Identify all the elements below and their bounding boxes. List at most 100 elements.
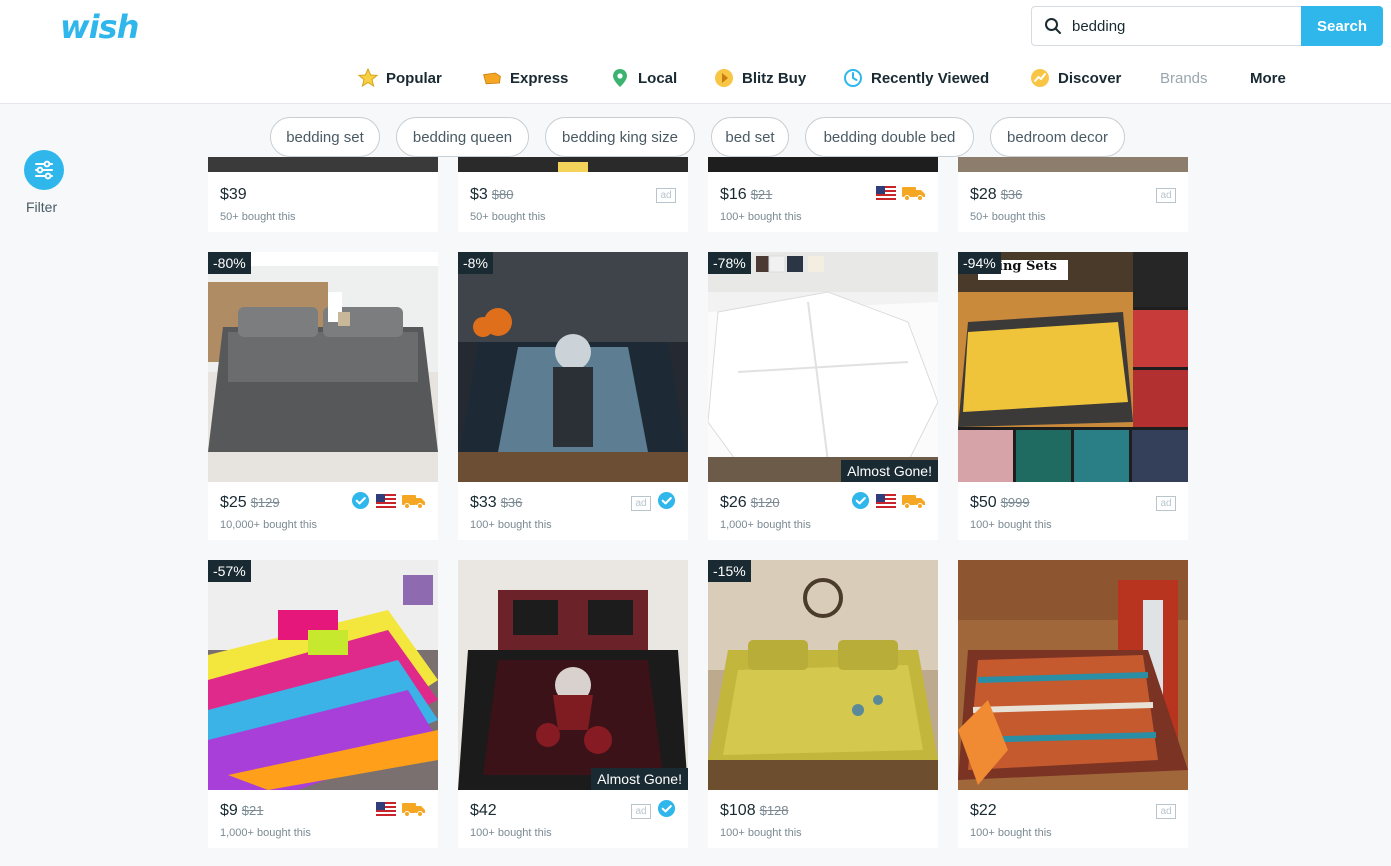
almost-gone-badge: Almost Gone! [841,460,938,482]
chip-bed-set[interactable]: bed set [711,117,789,157]
original-price: $120 [750,495,780,510]
clock-icon [844,69,862,87]
nav-blitz-buy[interactable]: Blitz Buy [714,64,806,92]
product-image[interactable]: Almost Gone! [458,560,688,790]
product-card[interactable]: -57% $9 $21 1,000+ bought this [208,560,438,848]
nav-discover[interactable]: Discover [1030,64,1121,92]
price: $39 [220,186,247,204]
product-image[interactable] [708,157,938,174]
product-image[interactable]: -8% [458,252,688,482]
product-image[interactable] [208,157,438,174]
nav-popular[interactable]: Popular [358,64,442,92]
ad-badge: ad [631,803,651,819]
price: $28 $36 [970,186,1022,204]
product-info: $16 $21 100+ bought this [708,174,938,232]
nav-label: Local [638,69,678,87]
price: $50 $999 [970,494,1030,512]
almost-gone-badge: Almost Gone! [591,768,688,790]
product-image[interactable]: -57% [208,560,438,790]
product-card[interactable]: $39 50+ bought this [208,157,438,232]
express-truck-icon [402,801,426,822]
product-info: $108 $128 100+ bought this [708,790,938,848]
chip-bedding-king-size[interactable]: bedding king size [545,117,695,157]
ad-badge: ad [631,495,651,511]
product-badges [851,491,926,513]
original-price: $21 [750,187,773,202]
product-card[interactable]: $28 $36 50+ bought this ad [958,157,1188,232]
product-image[interactable]: ing Sets -94% [958,252,1188,482]
wish-logo[interactable]: wish [60,8,139,46]
current-price: $22 [970,802,997,819]
price: $33 $36 [470,494,522,512]
nav-brands[interactable]: Brands [1160,64,1208,92]
nav-recently-viewed[interactable]: Recently Viewed [843,64,989,92]
price: $108 $128 [720,802,789,820]
product-card[interactable]: ing Sets -94% $50 $999 100+ bought this ad [958,252,1188,540]
header: wish Search Popular Express Local Blitz … [0,0,1391,104]
discount-badge: -15% [708,560,751,582]
search-input[interactable] [1072,7,1297,45]
product-card[interactable]: Almost Gone! $42 100+ bought this ad [458,560,688,848]
us-flag-icon [376,801,396,821]
product-badges: ad [1156,493,1176,513]
nav-more[interactable]: More [1250,64,1286,92]
chip-bedding-double-bed[interactable]: bedding double bed [805,117,974,157]
product-info: $28 $36 50+ bought this ad [958,174,1188,232]
product-badges: ad [1156,801,1176,821]
product-badges [376,801,426,821]
chip-bedding-set[interactable]: bedding set [270,117,380,157]
discount-badge: -80% [208,252,251,274]
bought-count: 50+ bought this [470,211,546,223]
product-badges [351,491,426,513]
product-image[interactable]: -80% [208,252,438,482]
original-price: $129 [250,495,280,510]
product-card[interactable]: -15% $108 $128 100+ bought this [708,560,938,848]
discount-badge: -57% [208,560,251,582]
bought-count: 100+ bought this [970,519,1052,531]
price: $25 $129 [220,494,280,512]
product-card[interactable]: -78% Almost Gone! $26 $120 1,000+ bought thi… [708,252,938,540]
nav-label: Express [510,69,569,87]
product-card[interactable]: $3 $80 50+ bought this ad [458,157,688,232]
product-image[interactable] [958,157,1188,174]
current-price: $108 [720,802,756,819]
product-image[interactable] [958,560,1188,790]
product-card[interactable]: $16 $21 100+ bought this [708,157,938,232]
original-price: $80 [491,187,514,202]
nav-label: Popular [386,69,442,87]
search-button[interactable]: Search [1301,6,1383,46]
ad-badge: ad [1156,803,1176,819]
chip-bedding-queen[interactable]: bedding queen [396,117,529,157]
product-card[interactable]: $22 100+ bought this ad [958,560,1188,848]
product-info: $39 50+ bought this [208,174,438,232]
bought-count: 100+ bought this [720,211,802,223]
bought-count: 100+ bought this [970,827,1052,839]
bought-count: 10,000+ bought this [220,519,317,531]
product-image[interactable] [458,157,688,174]
chip-bedroom-decor[interactable]: bedroom decor [990,117,1125,157]
bought-count: 1,000+ bought this [720,519,811,531]
nav-local[interactable]: Local [610,64,677,92]
product-badges: ad [656,185,676,205]
verified-icon [657,799,676,823]
product-badges [876,185,926,205]
product-info: $50 $999 100+ bought this ad [958,482,1188,540]
product-image[interactable]: -15% [708,560,938,790]
product-card[interactable]: -80% $25 $129 10,000+ bought this [208,252,438,540]
us-flag-icon [876,493,896,513]
express-truck-icon [902,185,926,206]
filter-button[interactable] [24,150,64,190]
nav-express[interactable]: Express [482,64,568,92]
product-card[interactable]: -8% $33 $36 100+ bought this ad [458,252,688,540]
discount-badge: -78% [708,252,751,274]
product-image[interactable]: -78% Almost Gone! [708,252,938,482]
current-price: $26 [720,494,747,511]
current-price: $16 [720,186,747,203]
original-price: $36 [1000,187,1023,202]
us-flag-icon [376,493,396,513]
bought-count: 50+ bought this [970,211,1046,223]
price: $16 $21 [720,186,772,204]
filter-label[interactable]: Filter [26,199,57,215]
original-price: $36 [500,495,523,510]
search-box[interactable] [1031,6,1301,46]
